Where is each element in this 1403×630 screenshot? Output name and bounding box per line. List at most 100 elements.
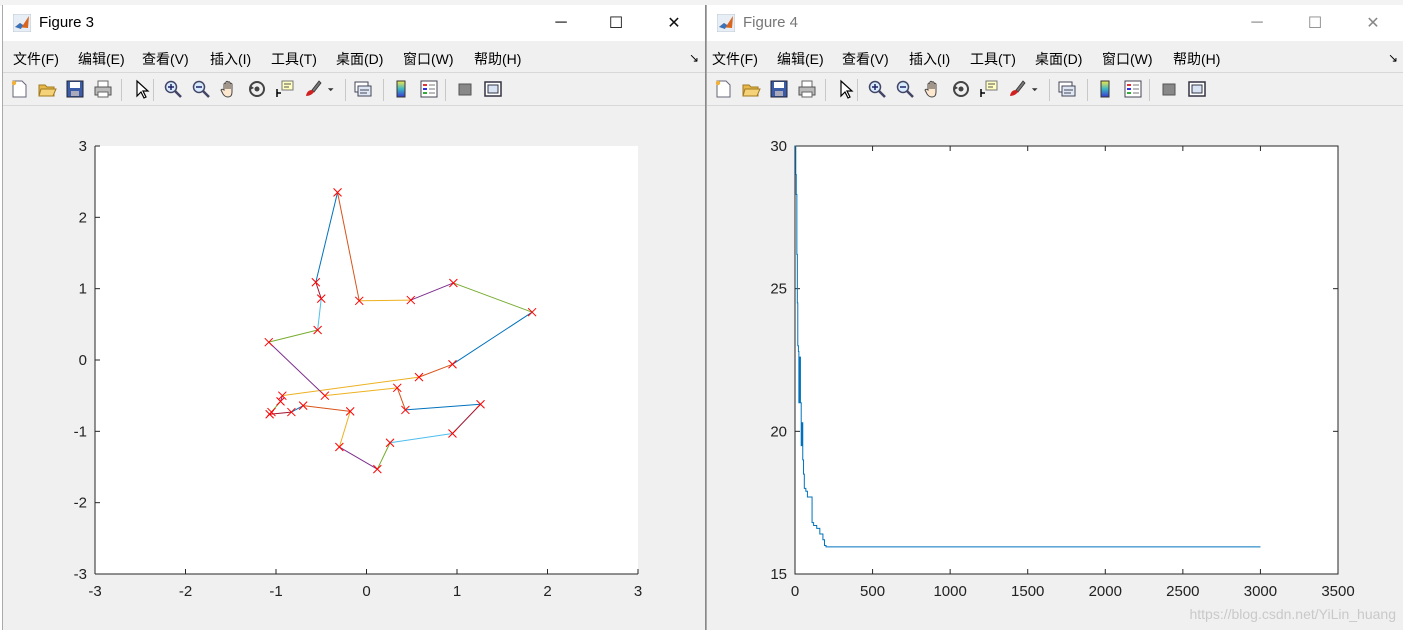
menu-view[interactable]: 查看(V) xyxy=(842,49,889,69)
link-plot-icon[interactable] xyxy=(353,79,373,99)
close-button[interactable]: ✕ xyxy=(1350,5,1396,41)
brush-dropdown-icon[interactable] xyxy=(1029,79,1039,99)
y-tick-label: 15 xyxy=(770,566,787,583)
maximize-button[interactable]: ☐ xyxy=(593,5,639,41)
menu-insert[interactable]: 插入(I) xyxy=(909,49,950,69)
menu-insert[interactable]: 插入(I) xyxy=(210,49,251,69)
menu-edit[interactable]: 编辑(E) xyxy=(78,49,125,69)
matlab-logo-icon xyxy=(13,14,31,32)
menu-tools[interactable]: 工具(T) xyxy=(271,49,317,69)
y-tick-label: 0 xyxy=(79,352,87,369)
legend-icon[interactable] xyxy=(419,79,439,99)
x-tick-label: 2 xyxy=(543,583,551,600)
toolbar-separator xyxy=(445,79,446,101)
x-tick-label: 500 xyxy=(860,583,885,600)
menu-overflow-icon[interactable]: ↘ xyxy=(1388,51,1398,65)
x-tick-label: 1 xyxy=(453,583,461,600)
toolbar-separator xyxy=(121,79,122,101)
plot-area[interactable]: 0 500 1000 1500 2000 2500 3000 3500 15 20 25 30 xyxy=(707,105,1403,630)
menu-help[interactable]: 帮助(H) xyxy=(474,49,521,69)
title-bar[interactable]: Figure 3 ─ ☐ ✕ xyxy=(3,5,705,41)
new-figure-icon[interactable] xyxy=(713,79,733,99)
data-cursor-icon[interactable] xyxy=(979,79,999,99)
menu-file[interactable]: 文件(F) xyxy=(13,49,59,69)
save-icon[interactable] xyxy=(65,79,85,99)
menu-overflow-icon[interactable]: ↘ xyxy=(689,51,699,65)
figure-4-window: Figure 4 ─ ☐ ✕ 文件(F) 编辑(E) 查看(V) 插入(I) 工… xyxy=(706,5,1403,630)
open-file-icon[interactable] xyxy=(37,79,57,99)
zoom-out-icon[interactable] xyxy=(191,79,211,99)
show-plot-tools-icon[interactable] xyxy=(1187,79,1207,99)
print-icon[interactable] xyxy=(93,79,113,99)
menu-view[interactable]: 查看(V) xyxy=(142,49,189,69)
toolbar-separator xyxy=(153,79,154,101)
link-plot-icon[interactable] xyxy=(1057,79,1077,99)
menu-bar: 文件(F) 编辑(E) 查看(V) 插入(I) 工具(T) 桌面(D) 窗口(W… xyxy=(707,43,1403,71)
open-file-icon[interactable] xyxy=(741,79,761,99)
zoom-out-icon[interactable] xyxy=(895,79,915,99)
data-cursor-icon[interactable] xyxy=(275,79,295,99)
zoom-in-icon[interactable] xyxy=(163,79,183,99)
y-tick-label: 25 xyxy=(770,281,787,298)
rotate-3d-icon[interactable] xyxy=(951,79,971,99)
select-arrow-icon[interactable] xyxy=(835,79,855,99)
hide-plot-tools-icon[interactable] xyxy=(1159,79,1179,99)
save-icon[interactable] xyxy=(769,79,789,99)
pan-hand-icon[interactable] xyxy=(923,79,943,99)
zoom-in-icon[interactable] xyxy=(867,79,887,99)
new-figure-icon[interactable] xyxy=(9,79,29,99)
show-plot-tools-icon[interactable] xyxy=(483,79,503,99)
print-icon[interactable] xyxy=(797,79,817,99)
x-tick-label: 3500 xyxy=(1321,583,1354,600)
tour-segment xyxy=(359,299,411,302)
menu-window[interactable]: 窗口(W) xyxy=(403,49,454,69)
minimize-button[interactable]: ─ xyxy=(538,5,584,41)
toolbar-separator xyxy=(383,79,384,101)
window-title: Figure 4 xyxy=(743,14,799,31)
toolbar-separator xyxy=(825,79,826,101)
menu-edit[interactable]: 编辑(E) xyxy=(777,49,824,69)
menu-tools[interactable]: 工具(T) xyxy=(970,49,1016,69)
axes-background xyxy=(95,146,638,574)
figure-3-window: Figure 3 ─ ☐ ✕ 文件(F) 编辑(E) 查看(V) 插入(I) 工… xyxy=(2,5,706,630)
close-button[interactable]: ✕ xyxy=(651,5,697,41)
brush-icon[interactable] xyxy=(303,79,323,99)
plot-area[interactable]: -3 -2 -1 0 1 2 3 -3 -2 -1 0 1 2 3 xyxy=(3,105,705,630)
y-tick-label: -1 xyxy=(74,423,87,440)
select-arrow-icon[interactable] xyxy=(131,79,151,99)
x-tick-label: 2000 xyxy=(1089,583,1122,600)
menu-file[interactable]: 文件(F) xyxy=(712,49,758,69)
maximize-button[interactable]: ☐ xyxy=(1292,5,1338,41)
title-bar[interactable]: Figure 4 ─ ☐ ✕ xyxy=(707,5,1403,41)
x-tick-label: 1500 xyxy=(1011,583,1044,600)
y-tick-label: 30 xyxy=(770,138,787,155)
y-tick-label: 3 xyxy=(79,138,87,155)
hide-plot-tools-icon[interactable] xyxy=(455,79,475,99)
menu-bar: 文件(F) 编辑(E) 查看(V) 插入(I) 工具(T) 桌面(D) 窗口(W… xyxy=(3,43,705,71)
colorbar-icon[interactable] xyxy=(391,79,411,99)
toolbar-separator xyxy=(345,79,346,101)
axes-background xyxy=(795,146,1338,574)
window-title: Figure 3 xyxy=(39,14,95,31)
menu-help[interactable]: 帮助(H) xyxy=(1173,49,1220,69)
legend-icon[interactable] xyxy=(1123,79,1143,99)
x-tick-label: -2 xyxy=(179,583,192,600)
x-tick-label: 1000 xyxy=(933,583,966,600)
brush-dropdown-icon[interactable] xyxy=(325,79,335,99)
brush-icon[interactable] xyxy=(1007,79,1027,99)
y-tick-label: 1 xyxy=(79,281,87,298)
matlab-logo-icon xyxy=(717,14,735,32)
minimize-button[interactable]: ─ xyxy=(1234,5,1280,41)
menu-desktop[interactable]: 桌面(D) xyxy=(336,49,383,69)
menu-window[interactable]: 窗口(W) xyxy=(1102,49,1153,69)
y-tick-label: 20 xyxy=(770,423,787,440)
rotate-3d-icon[interactable] xyxy=(247,79,267,99)
toolbar-separator xyxy=(1149,79,1150,101)
figure-toolbar xyxy=(707,72,1403,106)
colorbar-icon[interactable] xyxy=(1095,79,1115,99)
toolbar-separator xyxy=(1087,79,1088,101)
x-tick-label: 3 xyxy=(634,583,642,600)
menu-desktop[interactable]: 桌面(D) xyxy=(1035,49,1082,69)
pan-hand-icon[interactable] xyxy=(219,79,239,99)
y-tick-label: 2 xyxy=(79,209,87,226)
